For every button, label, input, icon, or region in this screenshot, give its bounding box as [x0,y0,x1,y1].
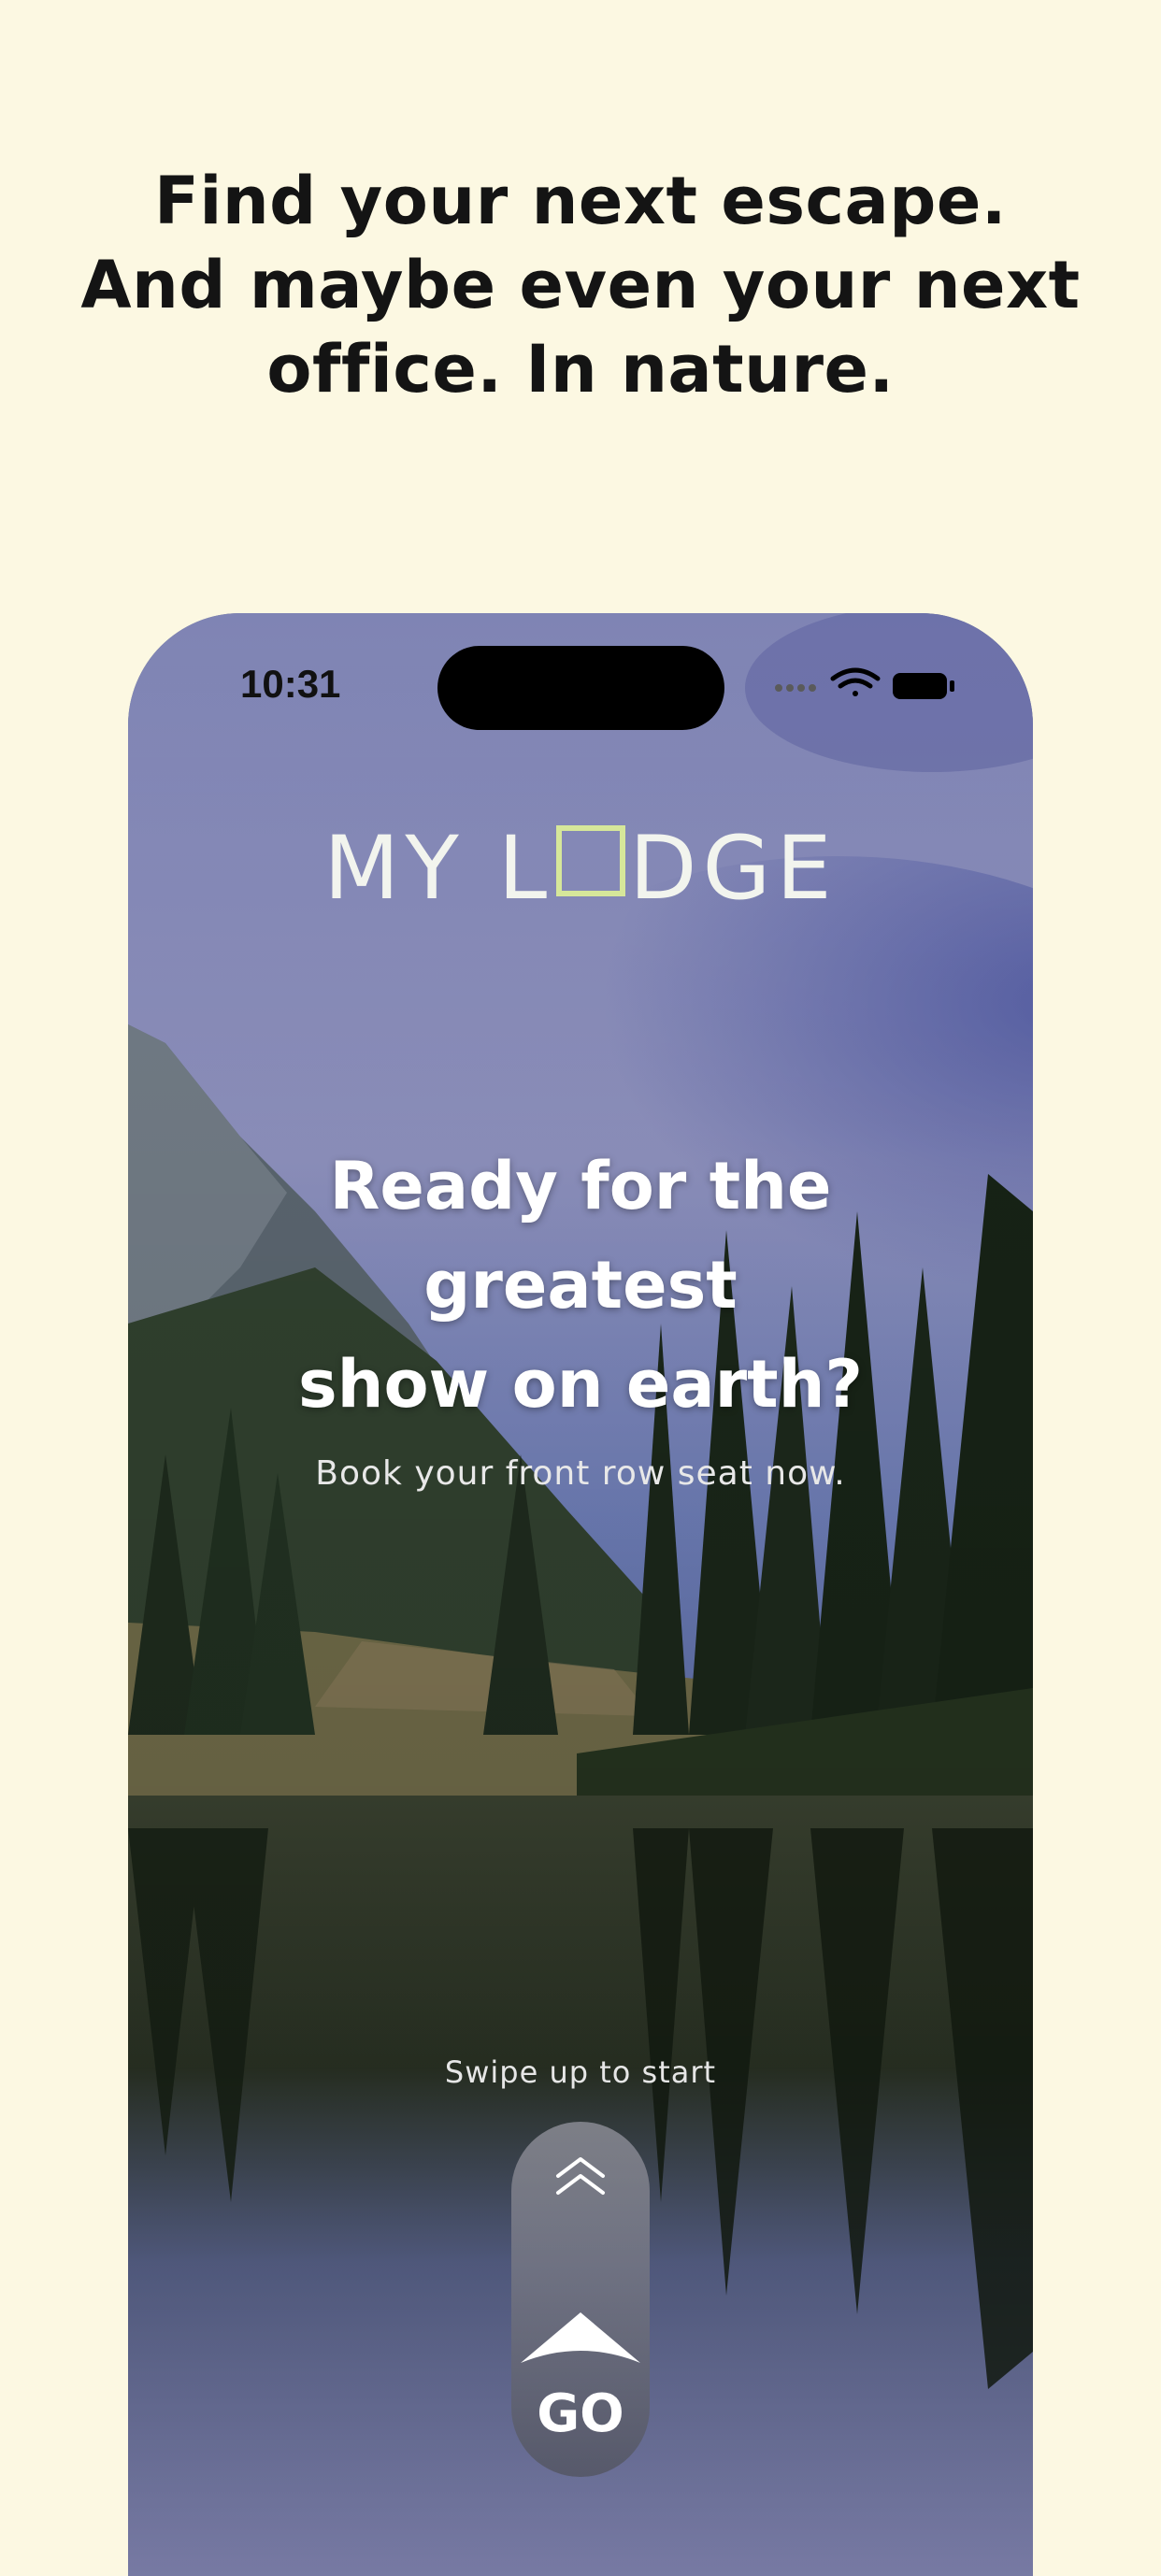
app-logo: MY L DGE [128,823,1033,916]
headline-line-3: office. In nature. [266,331,895,408]
hero-line-2: greatest [423,1247,738,1324]
logo-box-icon [556,825,626,896]
battery-icon [893,673,954,699]
swipe-go-slider[interactable]: GO [511,2122,650,2477]
go-button-label[interactable]: GO [511,2383,650,2444]
signal-dots-icon [775,684,816,692]
status-icons [775,667,954,699]
dynamic-island [437,646,724,730]
hero-line-1: Ready for the [329,1148,832,1224]
logo-text-part2: DGE [629,818,838,920]
phone-frame: 10:31 MY L DGE Ready for the greatest sho… [128,613,1033,2576]
promo-headline: Find your next escape. And maybe even yo… [0,159,1161,411]
logo-text-part1: MY L [323,818,553,920]
hero-title: Ready for the greatest show on earth? [128,1137,1033,1434]
hero-subtitle: Book your front row seat now. [315,1454,846,1493]
swipe-hint: Swipe up to start [444,2054,717,2090]
go-arrow-icon [521,2312,640,2363]
status-time: 10:31 [240,662,341,706]
headline-line-1: Find your next escape. [154,163,1007,239]
hero-line-3: show on earth? [297,1346,864,1423]
wifi-icon [830,667,881,696]
headline-line-2: And maybe even your next [80,247,1081,323]
chevron-up-icon [556,2157,605,2195]
